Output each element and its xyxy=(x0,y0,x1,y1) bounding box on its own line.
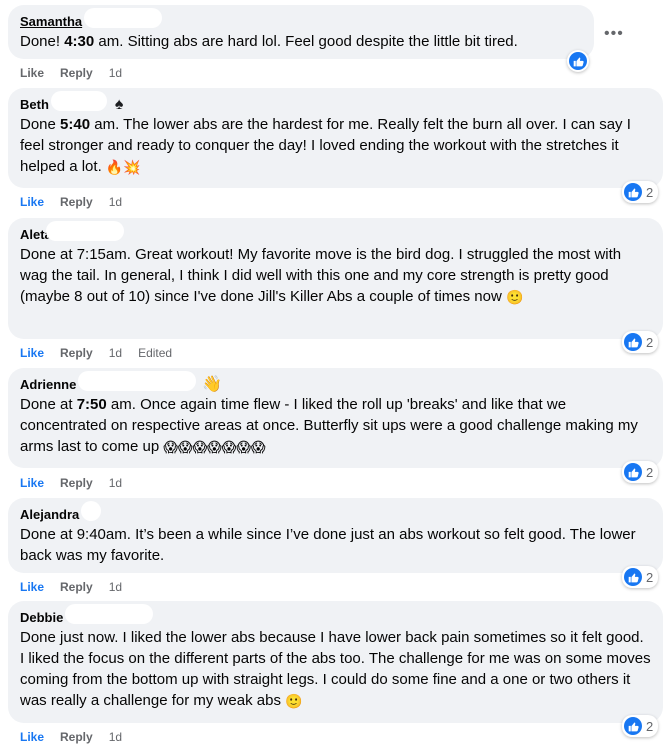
text-segment: Done just now. I liked the lower abs bec… xyxy=(20,629,655,709)
reaction-count: 2 xyxy=(646,184,654,200)
comment-bubble: Aleta Done at 7:15am. Great workout! My … xyxy=(8,218,663,339)
like-reaction-icon xyxy=(624,183,642,201)
reply-button[interactable]: Reply xyxy=(60,66,93,80)
comment-actions: Like Reply 1d xyxy=(20,194,138,210)
reply-button[interactable]: Reply xyxy=(60,730,93,744)
like-reaction-icon xyxy=(624,463,642,481)
commenter-name[interactable]: Beth xyxy=(20,97,49,112)
like-button[interactable]: Like xyxy=(20,580,44,594)
comment-actions: Like Reply 1d xyxy=(20,729,138,745)
emoji: 🙂 xyxy=(285,693,303,709)
reaction-count: 2 xyxy=(646,718,654,734)
like-button[interactable]: Like xyxy=(20,66,44,80)
commenter-name[interactable]: Debbie xyxy=(20,610,63,625)
timestamp[interactable]: 1d xyxy=(109,476,122,490)
comment-bubble: Beth ♠ Done 5:40 am. The lower abs are t… xyxy=(8,88,663,188)
comment-actions: Like Reply 1d xyxy=(20,65,138,81)
reply-button[interactable]: Reply xyxy=(60,580,93,594)
redacted-name xyxy=(84,7,163,28)
like-reaction-icon xyxy=(624,568,642,586)
waving-hand-icon: 👋 xyxy=(202,375,223,393)
text-segment: Done at 7:15am. Great workout! My favori… xyxy=(20,246,626,305)
comment-text: Done at 9:40am. It’s been a while since … xyxy=(20,524,651,566)
reply-button[interactable]: Reply xyxy=(60,346,93,360)
emoji: 🙂 xyxy=(505,289,524,305)
like-reaction-icon xyxy=(569,52,587,70)
like-button[interactable]: Like xyxy=(20,195,44,209)
timestamp[interactable]: 1d xyxy=(109,66,122,80)
emoji: 😱😱😱😱😱😱😱 xyxy=(163,439,266,455)
text-segment: Done at xyxy=(20,396,77,413)
redacted-name xyxy=(65,603,154,624)
bold-time: 4:30 xyxy=(64,33,95,50)
text-segment: Done! xyxy=(20,33,65,50)
bold-time: 7:50 xyxy=(76,396,107,413)
timestamp[interactable]: 1d xyxy=(109,195,122,209)
comment-bubble: Alejandra Done at 9:40am. It’s been a wh… xyxy=(8,498,663,573)
comment-bubble: Adrienne 👋 Done at 7:50 am. Once again t… xyxy=(8,368,663,468)
emoji: 🔥💥 xyxy=(105,159,141,175)
redacted-name xyxy=(78,370,197,391)
text-segment: am. Sitting abs are hard lol. Feel good … xyxy=(94,33,518,50)
like-button[interactable]: Like xyxy=(20,346,44,360)
like-reaction-icon xyxy=(624,717,642,735)
reaction-badge[interactable]: 2 xyxy=(622,461,659,483)
commenter-name[interactable]: Alejandra xyxy=(20,507,79,522)
comment-text: Done! 4:30 am. Sitting abs are hard lol.… xyxy=(20,31,582,52)
comment-bubble: Samantha Done! 4:30 am. Sitting abs are … xyxy=(8,5,594,59)
reply-button[interactable]: Reply xyxy=(60,476,93,490)
redacted-name xyxy=(81,500,102,521)
like-button[interactable]: Like xyxy=(20,476,44,490)
like-reaction-icon xyxy=(624,333,642,351)
reaction-badge[interactable]: 2 xyxy=(622,715,659,737)
reaction-count: 2 xyxy=(646,569,654,585)
comment-text: Done just now. I liked the lower abs bec… xyxy=(20,627,651,711)
redacted-name xyxy=(50,90,107,111)
bold-time: 5:40 xyxy=(60,116,91,133)
reaction-badge[interactable]: 2 xyxy=(622,181,659,203)
text-segment: Done xyxy=(20,116,61,133)
commenter-name[interactable]: Adrienne xyxy=(20,377,76,392)
text-segment: Done at 9:40am. It’s been a while since … xyxy=(20,526,640,564)
timestamp[interactable]: 1d xyxy=(109,580,122,594)
comment-actions: Like Reply 1d Edited xyxy=(20,345,172,361)
edited-label: Edited xyxy=(138,346,173,360)
like-button[interactable]: Like xyxy=(20,730,44,744)
comment-actions: Like Reply 1d xyxy=(20,579,138,595)
redacted-name xyxy=(45,220,124,241)
more-options-icon[interactable]: ••• xyxy=(604,26,624,42)
comment-text: Done 5:40 am. The lower abs are the hard… xyxy=(20,114,651,177)
reply-button[interactable]: Reply xyxy=(60,195,93,209)
text-segment: am. Once again time flew - I liked the r… xyxy=(20,396,643,455)
reaction-badge[interactable]: 2 xyxy=(622,566,659,588)
timestamp[interactable]: 1d xyxy=(109,730,122,744)
reaction-count: 2 xyxy=(646,334,654,350)
comment-text: Done at 7:15am. Great workout! My favori… xyxy=(20,244,651,307)
reaction-badge[interactable]: 2 xyxy=(622,331,659,353)
timestamp[interactable]: 1d xyxy=(109,346,122,360)
comment-bubble: Debbie Done just now. I liked the lower … xyxy=(8,601,663,723)
spade-icon: ♠ xyxy=(114,95,124,113)
comment-text: Done at 7:50 am. Once again time flew - … xyxy=(20,394,651,457)
commenter-name[interactable]: Samantha xyxy=(20,14,82,29)
reaction-count: 2 xyxy=(646,464,654,480)
comment-actions: Like Reply 1d xyxy=(20,475,138,491)
reaction-badge[interactable] xyxy=(567,50,589,72)
